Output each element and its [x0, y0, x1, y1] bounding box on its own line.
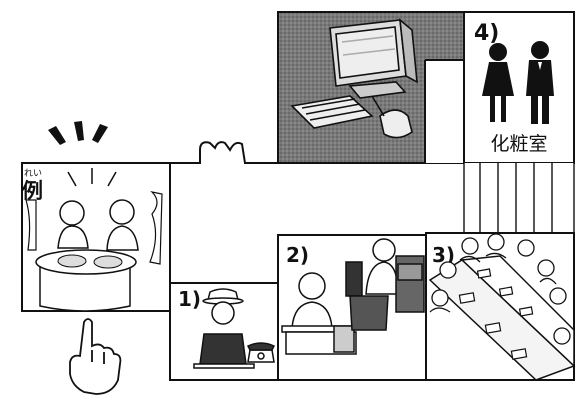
- room-1: 1): [169, 282, 279, 381]
- room-number-1: 1): [178, 287, 201, 311]
- restroom-sign: 化粧室: [490, 133, 547, 155]
- example-ruby: れい: [24, 168, 42, 179]
- example-panel: れい 例: [21, 121, 171, 312]
- floor-plan-illustration: 4) 化粧室 れい 例 1) 2) 3): [21, 11, 576, 395]
- hallway-stripes: [463, 163, 575, 233]
- room-number-2: 2): [286, 243, 309, 267]
- room-3: 3): [425, 232, 576, 381]
- room-2: 2): [277, 234, 427, 381]
- hand-pointing-icon: [69, 318, 122, 395]
- computer-room: [277, 11, 465, 164]
- cheer-marks: [48, 121, 108, 145]
- telephone-icon: [246, 342, 276, 363]
- restroom: 4) 化粧室: [463, 11, 575, 164]
- room-number-4: 4): [474, 21, 499, 46]
